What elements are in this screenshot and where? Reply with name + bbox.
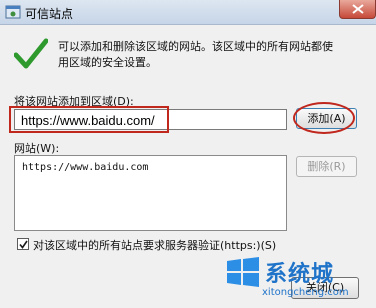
check-icon (19, 240, 28, 249)
info-text: 可以添加和删除该区域的网站。该区域中的所有网站都使 用区域的安全设置。 (58, 39, 364, 71)
sites-list[interactable]: https://www.baidu.com (14, 155, 287, 231)
internet-options-icon (5, 5, 21, 19)
list-item[interactable]: https://www.baidu.com (22, 162, 148, 173)
info-line-2: 用区域的安全设置。 (58, 56, 157, 69)
add-button-highlight-annotation (293, 102, 355, 134)
https-verification-checkbox[interactable] (17, 238, 29, 250)
window-title: 可信站点 (25, 7, 74, 21)
https-verification-label: 对该区域中的所有站点要求服务器验证(https:)(S) (33, 239, 277, 252)
checkmark-icon (14, 38, 48, 69)
remove-button[interactable]: 删除(R) (296, 156, 357, 177)
sites-label: 网站(W): (14, 142, 60, 155)
info-line-1: 可以添加和删除该区域的网站。该区域中的所有网站都使 (58, 40, 333, 53)
watermark-url: xitongcheng.com (262, 287, 349, 298)
windows-logo-icon (227, 257, 259, 287)
close-window-button[interactable] (339, 0, 376, 19)
watermark-brand: 系统城 (265, 262, 335, 287)
close-icon (352, 4, 364, 14)
input-highlight-annotation (9, 106, 169, 133)
title-bar: 可信站点 (0, 0, 376, 25)
